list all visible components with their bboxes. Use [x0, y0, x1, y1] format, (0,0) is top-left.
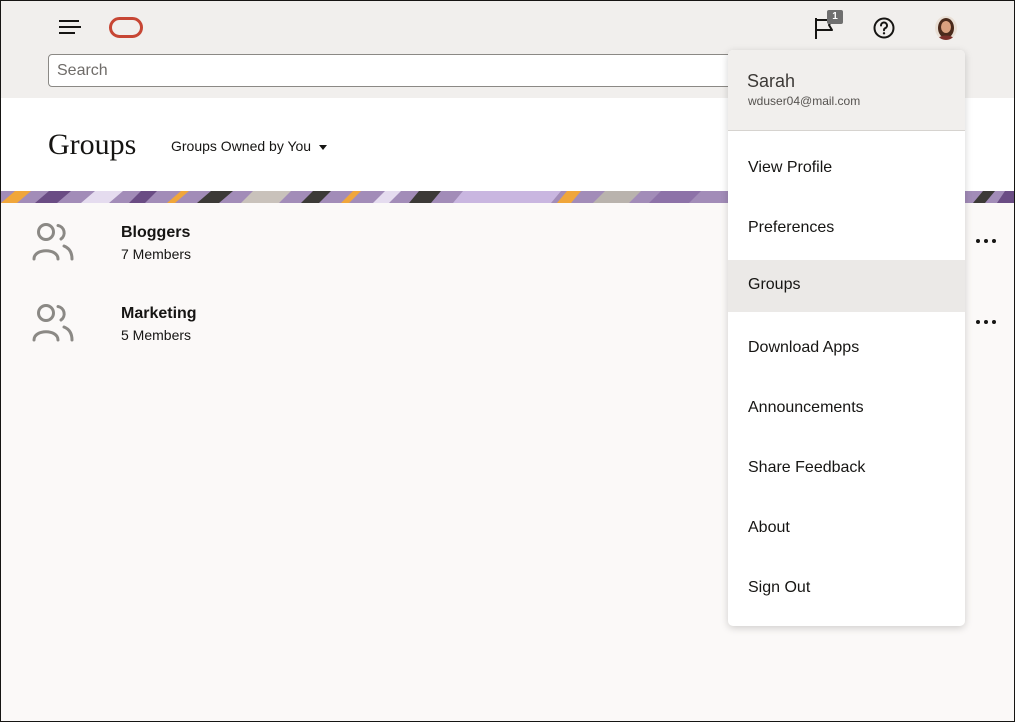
- group-icon: [32, 304, 74, 342]
- menu-item-about[interactable]: About: [728, 503, 965, 555]
- group-name[interactable]: Marketing: [121, 305, 197, 323]
- caret-down-icon: [319, 144, 328, 150]
- menu-item-label: Download Apps: [748, 339, 860, 356]
- page-title: Groups: [48, 128, 137, 161]
- user-menu-header: Sarah wduser04@mail.com: [728, 50, 965, 131]
- menu-item-share-feedback[interactable]: Share Feedback: [728, 443, 965, 495]
- help-icon: [873, 17, 895, 39]
- menu-item-label: Announcements: [748, 399, 864, 416]
- group-icon: [32, 223, 74, 261]
- user-avatar[interactable]: [935, 16, 957, 40]
- user-email: wduser04@mail.com: [748, 94, 861, 108]
- group-member-count: 5 Members: [121, 327, 192, 343]
- menu-item-download-apps[interactable]: Download Apps: [728, 323, 965, 375]
- menu-item-label: About: [748, 519, 790, 536]
- more-options-icon[interactable]: [973, 231, 999, 251]
- menu-item-view-profile[interactable]: View Profile: [728, 143, 965, 195]
- menu-item-label: Preferences: [748, 219, 835, 236]
- groups-filter-dropdown[interactable]: Groups Owned by You: [171, 138, 328, 154]
- notifications-button[interactable]: 1: [812, 10, 843, 41]
- menu-item-label: Share Feedback: [748, 459, 866, 476]
- oracle-logo[interactable]: [109, 17, 143, 38]
- help-button[interactable]: [872, 16, 896, 40]
- app-window: 1 Groups Groups Owned by You: [0, 0, 1015, 722]
- menu-item-label: Groups: [748, 276, 801, 293]
- user-menu-dropdown: Sarah wduser04@mail.com View Profile Pre…: [728, 50, 965, 626]
- group-name[interactable]: Bloggers: [121, 224, 190, 242]
- menu-item-sign-out[interactable]: Sign Out: [728, 563, 965, 615]
- groups-filter-label: Groups Owned by You: [171, 138, 312, 154]
- menu-item-label: View Profile: [748, 159, 833, 176]
- search-input[interactable]: [48, 54, 748, 87]
- menu-item-label: Sign Out: [748, 579, 811, 596]
- notification-count-badge: 1: [827, 10, 843, 24]
- group-member-count: 7 Members: [121, 246, 192, 262]
- menu-item-groups[interactable]: Groups: [728, 260, 965, 312]
- hamburger-menu-icon[interactable]: [59, 19, 83, 37]
- more-options-icon[interactable]: [973, 312, 999, 332]
- avatar-photo: [935, 16, 957, 40]
- menu-item-preferences[interactable]: Preferences: [728, 203, 965, 255]
- user-name: Sarah: [747, 71, 796, 91]
- menu-item-announcements[interactable]: Announcements: [728, 383, 965, 435]
